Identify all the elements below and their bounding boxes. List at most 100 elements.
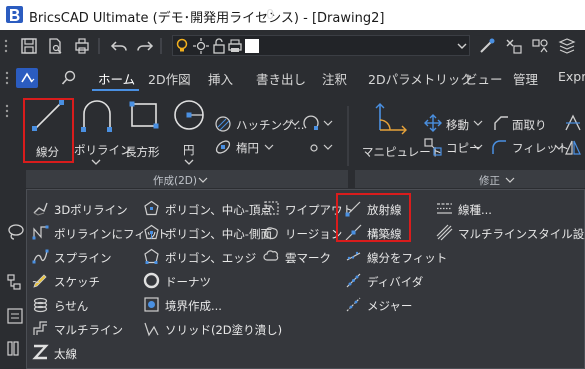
divide-icon bbox=[345, 272, 362, 289]
boundary-icon bbox=[143, 296, 160, 313]
polygon-center-side-icon bbox=[143, 224, 160, 241]
chevron-down-icon[interactable] bbox=[183, 158, 195, 168]
solid-2d-icon bbox=[143, 320, 160, 337]
ellipse-icon[interactable] bbox=[214, 138, 232, 156]
undo-icon[interactable] bbox=[110, 37, 128, 55]
ellipse-label: 楕円 bbox=[236, 141, 259, 155]
grip-icon bbox=[4, 69, 10, 87]
linetype-icon bbox=[436, 200, 453, 217]
polygon-edge-icon bbox=[143, 248, 160, 265]
search-icon[interactable] bbox=[60, 69, 78, 87]
hatch-icon[interactable] bbox=[214, 115, 232, 133]
application-menu-button[interactable] bbox=[16, 68, 38, 88]
tab-export[interactable]: 書き出し bbox=[256, 69, 306, 88]
rectangle-icon[interactable] bbox=[128, 100, 160, 132]
fillet-icon[interactable] bbox=[490, 138, 508, 156]
grip-icon bbox=[4, 102, 10, 120]
properties-icon[interactable] bbox=[6, 307, 24, 325]
region-icon bbox=[263, 224, 280, 241]
draw-panel-dropdown: 3Dポリライン ポリラインにフィット スプライン スケッチ らせん マルチライン… bbox=[26, 189, 585, 369]
donut-icon bbox=[143, 272, 160, 289]
circle-icon[interactable] bbox=[172, 98, 206, 132]
modify-panel-label: 修正 bbox=[479, 175, 500, 187]
publish-icon[interactable] bbox=[73, 37, 91, 55]
highlight-ray-xline bbox=[336, 193, 411, 242]
bricscad-logo-icon bbox=[6, 6, 23, 23]
layer-isolate-icon[interactable] bbox=[531, 37, 549, 55]
draw-panel-label: 作成(2D) bbox=[153, 175, 197, 187]
lasso-icon[interactable] bbox=[6, 223, 24, 241]
layer-name: 0 bbox=[266, 8, 275, 23]
redo-icon[interactable] bbox=[136, 37, 154, 55]
modify-panel-footer[interactable] bbox=[355, 170, 585, 188]
polyline-icon[interactable] bbox=[80, 98, 114, 134]
mirror-icon[interactable] bbox=[564, 138, 582, 156]
circle-label: 円 bbox=[183, 143, 195, 157]
print-preview-icon[interactable] bbox=[46, 37, 64, 55]
tab-express[interactable]: Expr bbox=[558, 69, 585, 84]
chevron-down-icon[interactable] bbox=[323, 142, 333, 152]
chevron-down-icon[interactable] bbox=[505, 175, 515, 185]
fit-line-icon bbox=[345, 248, 362, 265]
chevron-down-icon[interactable] bbox=[290, 118, 300, 128]
trace-icon bbox=[32, 344, 49, 361]
move-label: 移動 bbox=[446, 118, 469, 132]
structure-icon[interactable] bbox=[6, 273, 24, 291]
chevron-down-icon[interactable] bbox=[554, 142, 564, 152]
highlight-line-tool bbox=[23, 98, 74, 163]
multiline-style-icon bbox=[436, 224, 453, 241]
wipeout-icon bbox=[263, 200, 280, 217]
layer-properties-icon[interactable] bbox=[558, 37, 576, 55]
copy-icon[interactable] bbox=[424, 138, 442, 156]
move-icon[interactable] bbox=[424, 114, 442, 132]
separator bbox=[98, 37, 100, 55]
chevron-down-icon[interactable] bbox=[264, 142, 274, 152]
quick-access-toolbar bbox=[0, 30, 585, 63]
left-toolbar bbox=[0, 189, 26, 369]
chevron-down-icon[interactable] bbox=[473, 142, 483, 152]
save-icon[interactable] bbox=[20, 37, 38, 55]
trim-icon[interactable] bbox=[564, 114, 582, 132]
layer-on-bulb-icon[interactable] bbox=[173, 37, 191, 55]
chevron-down-icon[interactable] bbox=[473, 118, 483, 128]
library-icon[interactable] bbox=[6, 339, 24, 357]
grip-icon bbox=[3, 37, 9, 55]
rectangle-label: 長方形 bbox=[125, 145, 160, 159]
ribbon-tab-bar: ホーム 2D作図 挿入 書き出し 注釈 2Dパラメトリック ビュー 管理 Exp… bbox=[0, 63, 585, 92]
tab-view[interactable]: ビュー bbox=[465, 69, 503, 88]
measure-icon bbox=[345, 296, 362, 313]
layer-states-icon[interactable] bbox=[505, 37, 523, 55]
sketch-icon bbox=[32, 272, 49, 289]
tab-2d-parametric[interactable]: 2Dパラメトリック bbox=[368, 69, 473, 88]
layer-color-swatch[interactable] bbox=[244, 37, 260, 55]
window-title: BricsCAD Ultimate (デモ･開発用ライセンス) - [Drawi… bbox=[29, 11, 385, 26]
chevron-down-icon[interactable] bbox=[456, 37, 468, 55]
separator bbox=[160, 37, 162, 55]
spline-icon bbox=[32, 248, 49, 265]
tab-manage[interactable]: 管理 bbox=[513, 69, 538, 88]
polygon-center-vertex-icon bbox=[143, 200, 160, 217]
match-properties-icon[interactable] bbox=[478, 37, 496, 55]
separator bbox=[347, 106, 349, 166]
tab-2d-draw[interactable]: 2D作図 bbox=[148, 69, 191, 88]
arc-icon[interactable] bbox=[302, 114, 320, 132]
chevron-down-icon[interactable] bbox=[198, 175, 208, 185]
tab-annotate[interactable]: 注釈 bbox=[322, 69, 347, 88]
helix-icon bbox=[32, 296, 49, 313]
chevron-down-icon[interactable] bbox=[90, 158, 102, 168]
tab-insert[interactable]: 挿入 bbox=[208, 69, 233, 88]
polyline-label: ポリライン bbox=[74, 143, 132, 157]
layer-thaw-sun-icon[interactable] bbox=[192, 37, 210, 55]
chamfer-icon[interactable] bbox=[492, 114, 510, 132]
tab-home[interactable]: ホーム bbox=[98, 69, 135, 88]
chamfer-label: 面取り bbox=[512, 118, 547, 132]
point-icon[interactable] bbox=[305, 139, 323, 157]
multiline-icon bbox=[32, 320, 49, 337]
chevron-down-icon[interactable] bbox=[323, 118, 333, 128]
3d-polyline-icon bbox=[32, 200, 49, 217]
active-tab-indicator bbox=[92, 89, 139, 91]
layer-plot-icon[interactable] bbox=[226, 37, 244, 55]
revision-cloud-icon bbox=[263, 248, 280, 265]
manipulator-icon[interactable] bbox=[374, 102, 410, 138]
fit-polyline-icon bbox=[32, 224, 49, 241]
